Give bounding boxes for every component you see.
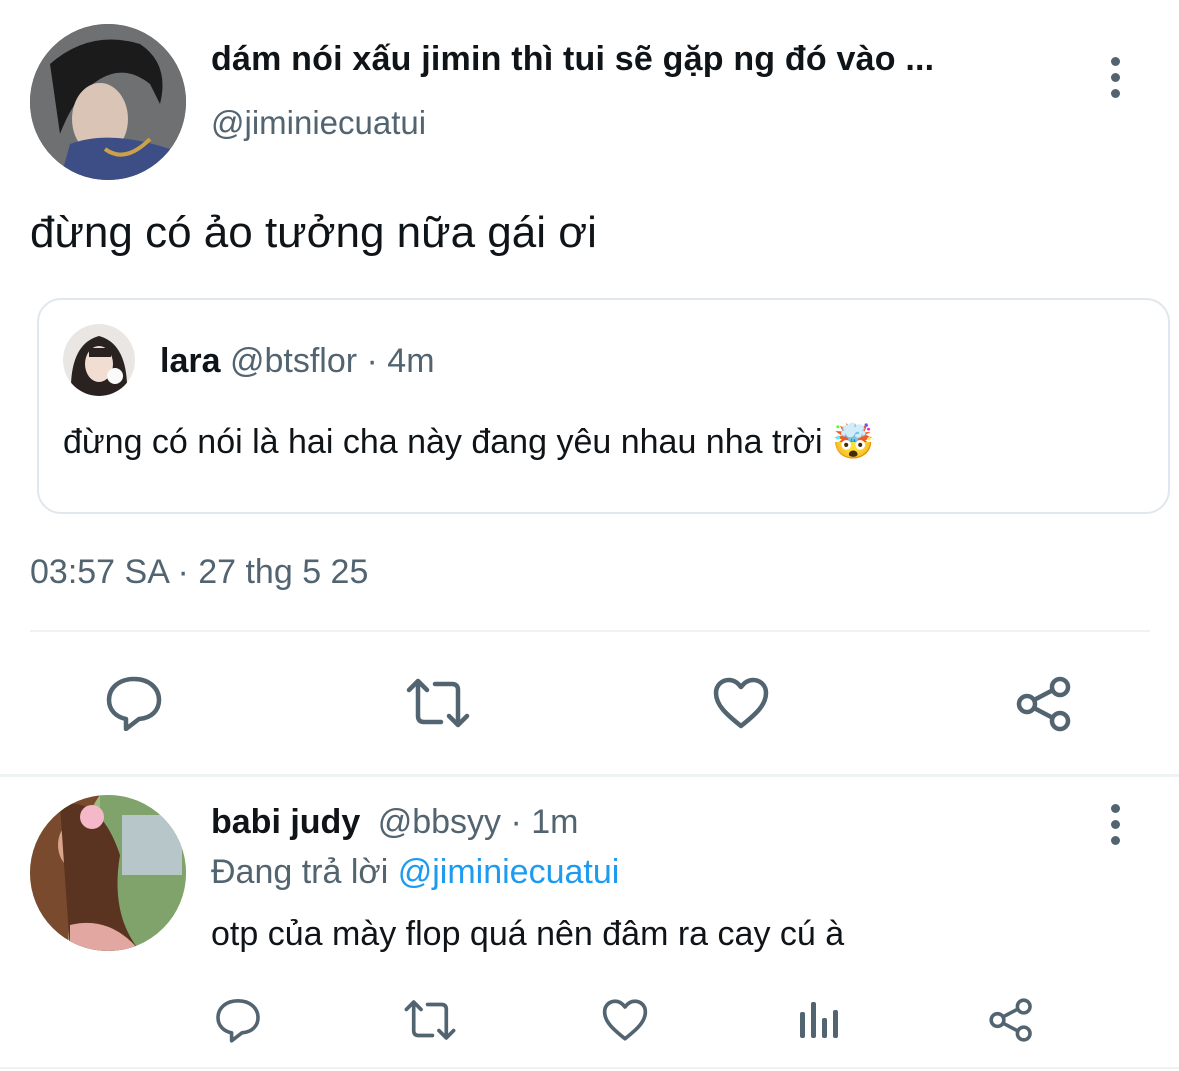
author-avatar-image — [30, 24, 186, 180]
quoted-avatar-image — [63, 324, 135, 396]
author-avatar[interactable] — [30, 24, 186, 180]
section-divider — [0, 774, 1179, 777]
replying-to-line: Đang trả lời @jiminiecuatui — [211, 853, 619, 892]
reply-time: 1m — [531, 803, 579, 841]
reply-handle[interactable]: @bbsyy — [378, 803, 501, 841]
quoted-separator: · — [366, 342, 378, 380]
tweet-timestamp[interactable]: 03:57 SA · 27 thg 5 25 — [30, 553, 368, 592]
reply-retweet-icon[interactable] — [403, 998, 457, 1042]
quoted-text: đừng có nói là hai cha này đang yêu nhau… — [63, 423, 823, 461]
reply-separator: · — [510, 803, 522, 841]
like-icon[interactable] — [712, 676, 770, 730]
quoted-text-line: đừng có nói là hai cha này đang yêu nhau… — [63, 422, 874, 462]
reply-more-options-icon[interactable] — [1111, 804, 1120, 845]
quoted-header: lara @btsflor · 4m — [160, 342, 435, 381]
tweet-text: đừng có ảo tưởng nữa gái ơi — [30, 208, 597, 257]
quoted-tweet-card[interactable] — [37, 298, 1170, 514]
replying-to-label: Đang trả lời — [211, 853, 389, 891]
more-options-icon[interactable] — [1111, 57, 1120, 98]
reply-header: babi judy @bbsyy · 1m — [211, 803, 579, 842]
reply-avatar-image — [30, 795, 186, 951]
quoted-display-name[interactable]: lara — [160, 342, 221, 380]
bottom-divider — [0, 1067, 1179, 1069]
reply-text: otp của mày flop quá nên đâm ra cay cú à — [211, 915, 845, 953]
analytics-icon[interactable] — [798, 998, 840, 1040]
replying-to-link[interactable]: @jiminiecuatui — [398, 853, 620, 891]
reply-display-name[interactable]: babi judy — [211, 803, 360, 841]
reply-reply-icon[interactable] — [214, 997, 262, 1043]
author-display-name[interactable]: dám nói xấu jimin thì tui sẽ gặp ng đó v… — [211, 40, 934, 79]
reply-author-avatar[interactable] — [30, 795, 186, 951]
share-icon[interactable] — [1015, 675, 1073, 733]
quoted-handle[interactable]: @btsflor — [230, 342, 357, 380]
quoted-author-avatar[interactable] — [63, 324, 135, 396]
quoted-time: 4m — [387, 342, 435, 380]
reply-like-icon[interactable] — [601, 998, 649, 1042]
retweet-icon[interactable] — [405, 676, 471, 730]
author-handle[interactable]: @jiminiecuatui — [211, 104, 426, 142]
reply-share-icon[interactable] — [988, 997, 1034, 1043]
reply-icon[interactable] — [104, 675, 164, 731]
divider — [30, 630, 1150, 632]
exploding-head-emoji: 🤯 — [832, 423, 875, 461]
